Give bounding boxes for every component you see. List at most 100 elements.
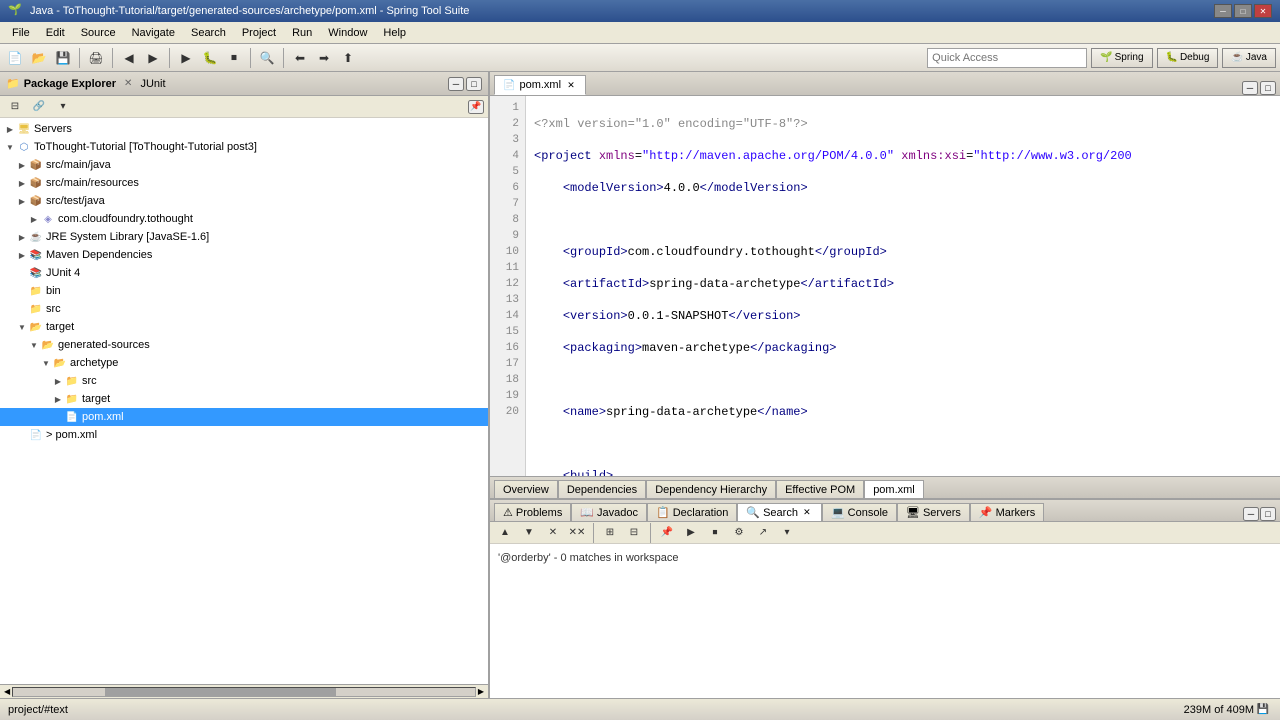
toolbar-search[interactable]: 🔍 xyxy=(256,47,278,69)
src-main-java-arrow[interactable]: ▶ xyxy=(16,161,28,170)
bp-tab-console[interactable]: 💻 Console xyxy=(822,503,897,521)
menu-search[interactable]: Search xyxy=(183,25,234,41)
tree-item-src-main-java[interactable]: ▶ 📦 src/main/java xyxy=(0,156,488,174)
archetype-target-arrow[interactable]: ▶ xyxy=(52,395,64,404)
src-main-resources-arrow[interactable]: ▶ xyxy=(16,179,28,188)
close-button[interactable]: ✕ xyxy=(1254,4,1272,18)
window-controls[interactable]: ─ □ ✕ xyxy=(1214,4,1272,18)
code-content[interactable]: <?xml version="1.0" encoding="UTF-8"?> <… xyxy=(526,96,1280,476)
tree-item-generated-sources[interactable]: ▼ 📂 generated-sources xyxy=(0,336,488,354)
search-expand[interactable]: ⊞ xyxy=(599,522,621,544)
com-cloudfoundry-arrow[interactable]: ▶ xyxy=(28,215,40,224)
tree-item-maven-deps[interactable]: ▶ 📚 Maven Dependencies xyxy=(0,246,488,264)
search-settings[interactable]: ⚙ xyxy=(728,522,750,544)
tree-item-tothought[interactable]: ▼ ⬡ ToThought-Tutorial [ToThought-Tutori… xyxy=(0,138,488,156)
tree-item-servers[interactable]: ▶ 🖥 Servers xyxy=(0,120,488,138)
target-arrow[interactable]: ▼ xyxy=(16,323,28,332)
bp-tab-servers[interactable]: 🖥 Servers xyxy=(897,503,970,521)
editor-minimize[interactable]: ─ xyxy=(1242,81,1258,95)
menu-edit[interactable]: Edit xyxy=(38,25,73,41)
bottom-tab-effective-pom[interactable]: Effective POM xyxy=(776,480,864,498)
menu-file[interactable]: File xyxy=(4,25,38,41)
tree-item-archetype-src[interactable]: ▶ 📁 src xyxy=(0,372,488,390)
explorer-menu[interactable]: ▾ xyxy=(52,96,74,118)
toolbar-print[interactable]: 🖨 xyxy=(85,47,107,69)
search-remove-match[interactable]: ✕ xyxy=(542,522,564,544)
menu-run[interactable]: Run xyxy=(284,25,320,41)
left-panel-maximize[interactable]: □ xyxy=(466,77,482,91)
menu-project[interactable]: Project xyxy=(234,25,284,41)
bottom-tab-pom-xml[interactable]: pom.xml xyxy=(864,480,924,498)
toolbar-new[interactable]: 📄 xyxy=(4,47,26,69)
tothought-arrow[interactable]: ▼ xyxy=(4,143,16,152)
code-editor[interactable]: 1 2 3 4 5 6 7 8 9 10 11 12 13 14 15 16 1… xyxy=(490,96,1280,476)
search-export[interactable]: ↗ xyxy=(752,522,774,544)
bp-tab-problems[interactable]: ⚠ Problems xyxy=(494,503,571,521)
search-pin[interactable]: 📌 xyxy=(656,522,678,544)
search-run[interactable]: ▶ xyxy=(680,522,702,544)
quick-access-input[interactable] xyxy=(927,48,1087,68)
tree-item-src-main-resources[interactable]: ▶ 📦 src/main/resources xyxy=(0,174,488,192)
toolbar-nav1[interactable]: ⬅ xyxy=(289,47,311,69)
search-stop[interactable]: ⏹ xyxy=(704,522,726,544)
debug-perspective-button[interactable]: 🐛 Debug xyxy=(1157,48,1219,68)
servers-arrow[interactable]: ▶ xyxy=(4,125,16,134)
archetype-arrow[interactable]: ▼ xyxy=(40,359,52,368)
tree-item-archetype[interactable]: ▼ 📂 archetype xyxy=(0,354,488,372)
toolbar-stop[interactable]: ⏹ xyxy=(223,47,245,69)
toolbar-nav3[interactable]: ⬆ xyxy=(337,47,359,69)
editor-maximize[interactable]: □ xyxy=(1260,81,1276,95)
maximize-button[interactable]: □ xyxy=(1234,4,1252,18)
bp-tab-markers[interactable]: 📌 Markers xyxy=(970,503,1044,521)
junit-tab[interactable]: JUnit xyxy=(140,78,165,90)
bp-tab-javadoc[interactable]: 📖 Javadoc xyxy=(571,503,647,521)
tree-item-jre[interactable]: ▶ ☕ JRE System Library [JavaSE-1.6] xyxy=(0,228,488,246)
tree-item-target[interactable]: ▼ 📂 target xyxy=(0,318,488,336)
horiz-scroll-bar[interactable] xyxy=(12,687,476,697)
search-tab-close[interactable]: ✕ xyxy=(801,507,813,519)
bottom-panel-maximize[interactable]: □ xyxy=(1260,507,1276,521)
gc-button[interactable]: 💾 xyxy=(1254,702,1272,718)
tree-item-junit4[interactable]: ▶ 📚 JUnit 4 xyxy=(0,264,488,282)
bottom-tab-dependencies[interactable]: Dependencies xyxy=(558,480,646,498)
archetype-src-arrow[interactable]: ▶ xyxy=(52,377,64,386)
tree-item-archetype-target[interactable]: ▶ 📁 target xyxy=(0,390,488,408)
editor-tab-pom-xml[interactable]: 📄 pom.xml ✕ xyxy=(494,75,586,95)
tree-item-com-cloudfoundry[interactable]: ▶ ◈ com.cloudfoundry.tothought xyxy=(0,210,488,228)
bottom-panel-minimize[interactable]: ─ xyxy=(1243,507,1259,521)
toolbar-run[interactable]: ▶ xyxy=(175,47,197,69)
search-prev-button[interactable]: ▲ xyxy=(494,522,516,544)
toolbar-back[interactable]: ◀ xyxy=(118,47,140,69)
spring-perspective-button[interactable]: 🌱 Spring xyxy=(1091,48,1152,68)
tree-item-src-test-java[interactable]: ▶ 📦 src/test/java xyxy=(0,192,488,210)
toolbar-debug[interactable]: 🐛 xyxy=(199,47,221,69)
package-tree[interactable]: ▶ 🖥 Servers ▼ ⬡ ToThought-Tutorial [ToTh… xyxy=(0,118,488,684)
toolbar-forward[interactable]: ▶ xyxy=(142,47,164,69)
tree-item-bin[interactable]: ▶ 📁 bin xyxy=(0,282,488,300)
menu-help[interactable]: Help xyxy=(375,25,414,41)
maven-deps-arrow[interactable]: ▶ xyxy=(16,251,28,260)
bottom-tab-overview[interactable]: Overview xyxy=(494,480,558,498)
explorer-pin[interactable]: 📌 xyxy=(468,100,484,114)
java-perspective-button[interactable]: ☕ Java xyxy=(1222,48,1276,68)
search-menu[interactable]: ▾ xyxy=(776,522,798,544)
src-test-java-arrow[interactable]: ▶ xyxy=(16,197,28,206)
search-collapse[interactable]: ⊟ xyxy=(623,522,645,544)
minimize-button[interactable]: ─ xyxy=(1214,4,1232,18)
editor-tab-close[interactable]: ✕ xyxy=(565,79,577,91)
explorer-collapse-all[interactable]: ⊟ xyxy=(4,96,26,118)
search-next-button[interactable]: ▼ xyxy=(518,522,540,544)
bp-tab-declaration[interactable]: 📋 Declaration xyxy=(647,503,737,521)
toolbar-open[interactable]: 📂 xyxy=(28,47,50,69)
generated-sources-arrow[interactable]: ▼ xyxy=(28,341,40,350)
left-panel-horiz-scroll[interactable]: ◀ ▶ xyxy=(0,684,488,698)
bottom-tab-dependency-hierarchy[interactable]: Dependency Hierarchy xyxy=(646,480,776,498)
explorer-link[interactable]: 🔗 xyxy=(28,96,50,118)
menu-window[interactable]: Window xyxy=(320,25,375,41)
left-panel-minimize[interactable]: ─ xyxy=(448,77,464,91)
toolbar-save[interactable]: 💾 xyxy=(52,47,74,69)
scroll-right-arrow[interactable]: ▶ xyxy=(476,687,486,696)
menu-navigate[interactable]: Navigate xyxy=(124,25,183,41)
search-remove-all[interactable]: ✕✕ xyxy=(566,522,588,544)
tree-item-pom-xml-child[interactable]: ▶ 📄 pom.xml xyxy=(0,408,488,426)
